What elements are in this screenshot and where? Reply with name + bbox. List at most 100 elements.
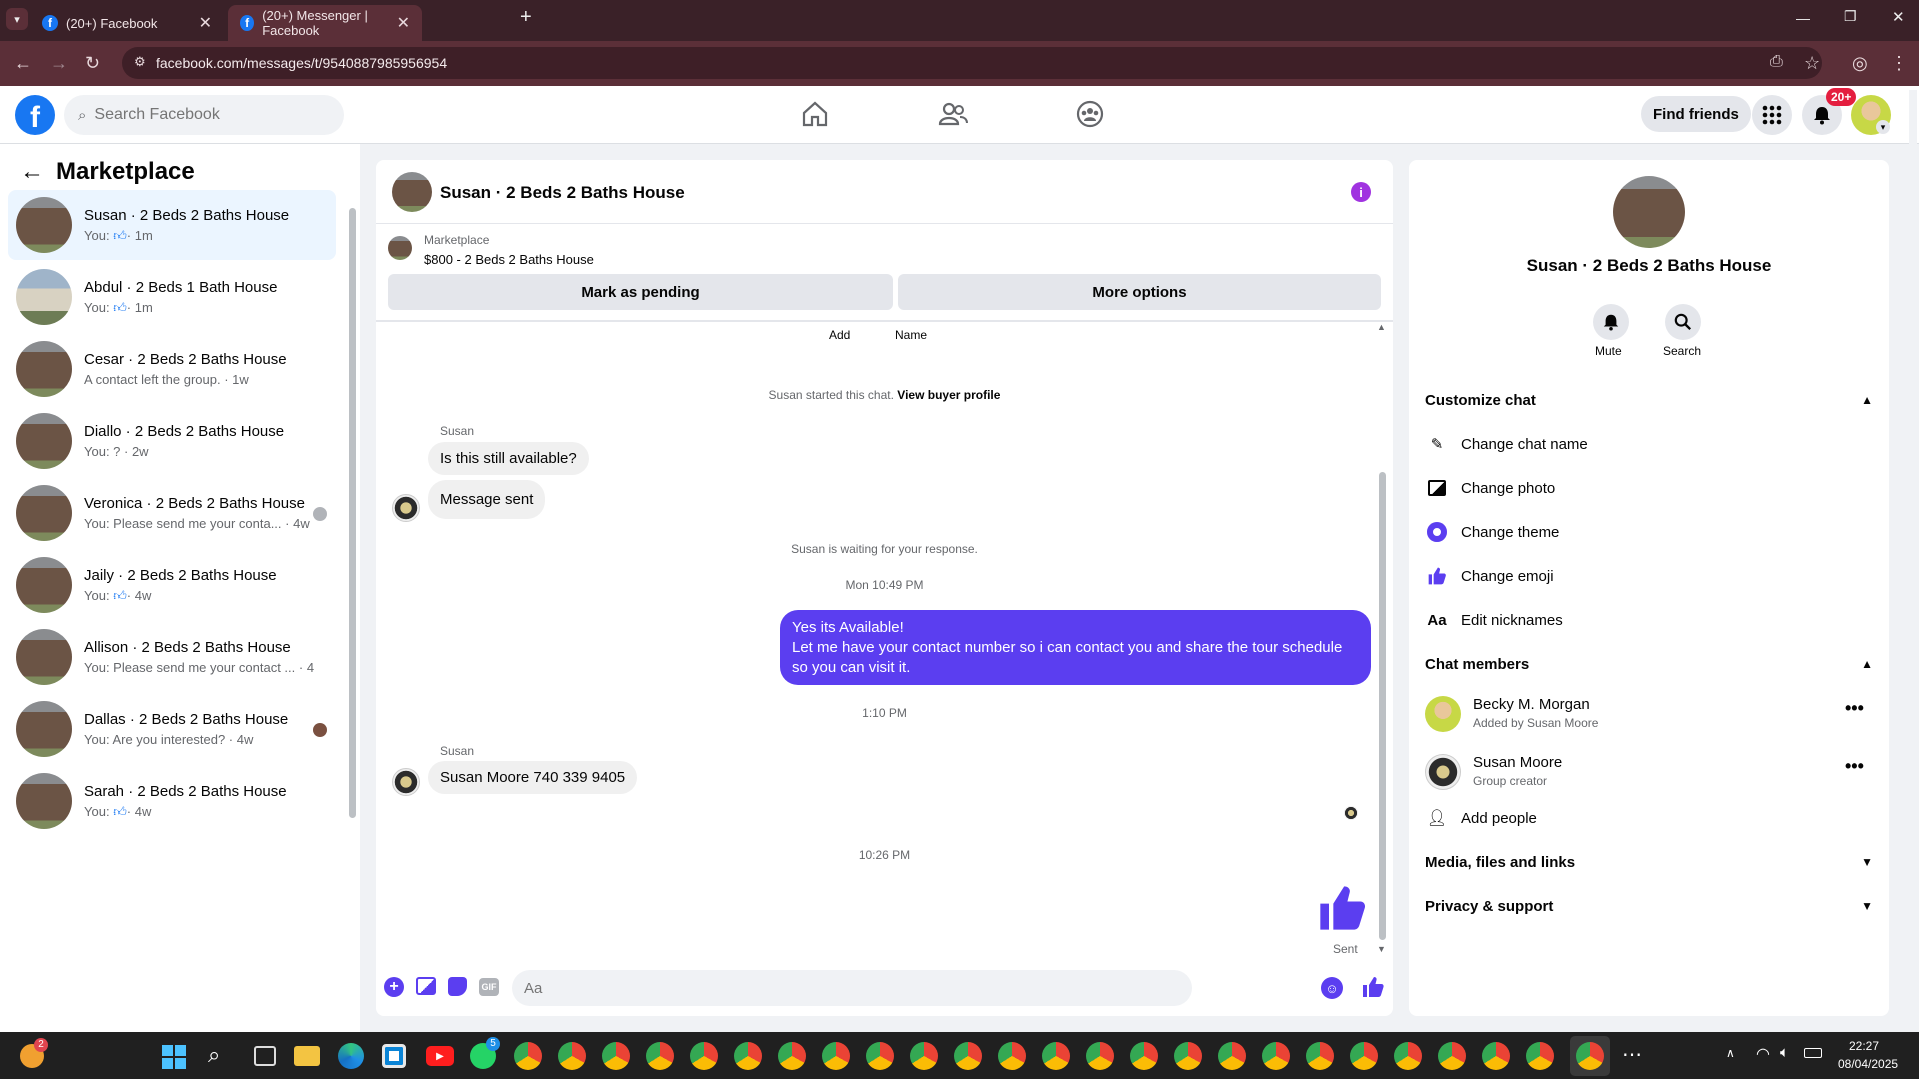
media-files-section[interactable]: Media, files and links ▼ — [1425, 844, 1873, 880]
big-like-icon[interactable] — [1316, 882, 1368, 939]
scroll-up-arrow-icon[interactable]: ▲ — [1377, 322, 1386, 332]
conversation-item-dallas[interactable]: Dallas · 2 Beds 2 Baths House You: Are y… — [8, 694, 336, 764]
minimize-window-button[interactable]: — — [1796, 10, 1810, 26]
more-apps-icon[interactable]: ⋯ — [1622, 1042, 1642, 1067]
customize-chat-section[interactable]: Customize chat ▲ — [1425, 382, 1873, 418]
conversation-item-allison[interactable]: Allison · 2 Beds 2 Baths House You: Plea… — [8, 622, 336, 692]
photo-icon[interactable] — [416, 977, 436, 995]
page-scrollbar[interactable] — [1909, 90, 1917, 1028]
send-like-icon[interactable] — [1361, 975, 1385, 1004]
chrome-profile-icon[interactable] — [778, 1042, 806, 1070]
change-emoji-item[interactable]: Change emoji — [1425, 558, 1554, 594]
chrome-profile-icon[interactable] — [1218, 1042, 1246, 1070]
chrome-profile-icon[interactable] — [1042, 1042, 1070, 1070]
conversation-item-cesar[interactable]: Cesar · 2 Beds 2 Baths House A contact l… — [8, 334, 336, 404]
more-options-button[interactable]: More options — [898, 274, 1381, 310]
nav-groups-icon[interactable] — [1075, 99, 1105, 134]
chrome-profile-icon[interactable] — [734, 1042, 762, 1070]
new-tab-button[interactable]: + — [520, 6, 532, 29]
task-view-icon[interactable] — [254, 1046, 276, 1066]
chat-avatar[interactable] — [392, 172, 432, 212]
gif-icon[interactable]: GIF — [479, 978, 499, 996]
more-options-icon[interactable]: ••• — [1845, 698, 1864, 719]
name-label[interactable]: Name — [895, 328, 927, 342]
sender-avatar[interactable] — [392, 768, 420, 796]
back-arrow-icon[interactable]: ← — [20, 158, 44, 186]
tab-search-button[interactable]: ▾ — [6, 8, 28, 30]
menu-grid-button[interactable] — [1752, 95, 1792, 135]
details-avatar[interactable] — [1613, 176, 1685, 248]
conversation-item-sarah[interactable]: Sarah · 2 Beds 2 Baths House You: 👍︎· 4w — [8, 766, 336, 836]
youtube-icon[interactable]: ▶ — [426, 1046, 454, 1066]
sticker-icon[interactable] — [448, 977, 467, 996]
info-icon[interactable]: i — [1351, 182, 1371, 202]
sender-avatar[interactable] — [392, 494, 420, 522]
url-field[interactable]: ⚙ facebook.com/messages/t/95408879859569… — [122, 47, 1822, 79]
clock-time[interactable]: 22:27 — [1849, 1039, 1879, 1053]
site-info-icon[interactable]: ⚙ — [134, 54, 146, 70]
scroll-down-arrow-icon[interactable]: ▼ — [1377, 944, 1386, 954]
restore-window-button[interactable]: ❐ — [1844, 8, 1857, 25]
incoming-message[interactable]: Is this still available? — [428, 442, 589, 475]
nav-home-icon[interactable] — [800, 99, 830, 134]
change-theme-item[interactable]: Change theme — [1425, 514, 1559, 550]
message-input[interactable] — [524, 979, 1124, 997]
chrome-profile-icon[interactable] — [1394, 1042, 1422, 1070]
clock-date[interactable]: 08/04/2025 — [1838, 1057, 1898, 1071]
chat-members-section[interactable]: Chat members ▲ — [1425, 646, 1873, 682]
browser-menu-icon[interactable]: ⋮ — [1890, 53, 1908, 74]
close-window-button[interactable]: ✕ — [1892, 8, 1905, 26]
account-chevron-icon[interactable]: ▾ — [1876, 120, 1890, 134]
outgoing-message[interactable]: Yes its Available! Let me have your cont… — [780, 610, 1371, 685]
listing-price[interactable]: $800 - 2 Beds 2 Baths House — [424, 252, 594, 267]
conversation-item-abdul[interactable]: Abdul · 2 Beds 1 Bath House You: 👍︎· 1m — [8, 262, 336, 332]
view-buyer-profile-link[interactable]: View buyer profile — [897, 388, 1000, 402]
incoming-message[interactable]: Message sent — [428, 480, 546, 519]
conversation-item-susan[interactable]: Susan · 2 Beds 2 Baths House You: 👍︎· 1m — [8, 190, 336, 260]
search-box[interactable]: ⌕ — [64, 95, 344, 135]
bookmark-star-icon[interactable]: ☆ — [1804, 53, 1820, 74]
chrome-profile-icon[interactable] — [1438, 1042, 1466, 1070]
store-icon[interactable] — [382, 1044, 406, 1068]
change-chat-name-item[interactable]: ✎ Change chat name — [1425, 426, 1588, 462]
conversation-item-jaily[interactable]: Jaily · 2 Beds 2 Baths House You: 👍︎· 4w — [8, 550, 336, 620]
chrome-profile-icon[interactable] — [910, 1042, 938, 1070]
browser-tab-facebook[interactable]: f (20+) Facebook ✕ — [30, 5, 224, 41]
add-people-item[interactable]: 👤︎ Add people — [1425, 800, 1537, 836]
reload-icon[interactable]: ↻ — [85, 53, 100, 74]
chrome-profile-icon[interactable] — [1262, 1042, 1290, 1070]
facebook-logo[interactable]: f — [15, 95, 55, 135]
member-row[interactable]: Susan Moore Group creator ••• — [1425, 750, 1873, 794]
privacy-support-section[interactable]: Privacy & support ▼ — [1425, 888, 1873, 924]
emoji-icon[interactable]: ☺ — [1321, 977, 1343, 999]
wifi-icon[interactable]: ◠ — [1756, 1044, 1770, 1064]
search-input[interactable] — [94, 106, 315, 124]
chrome-profile-icon[interactable] — [1576, 1042, 1604, 1070]
nav-friends-icon[interactable] — [938, 99, 968, 134]
find-friends-button[interactable]: Find friends — [1641, 96, 1751, 132]
profile-icon[interactable]: ◎ — [1852, 53, 1868, 74]
chrome-profile-icon[interactable] — [514, 1042, 542, 1070]
file-explorer-icon[interactable] — [294, 1046, 320, 1066]
chrome-profile-icon[interactable] — [866, 1042, 894, 1070]
chrome-profile-icon[interactable] — [646, 1042, 674, 1070]
conversation-item-veronica[interactable]: Veronica · 2 Beds 2 Baths House You: Ple… — [8, 478, 336, 548]
add-member-label[interactable]: Add — [829, 328, 850, 342]
battery-icon[interactable] — [1804, 1048, 1822, 1058]
chrome-profile-icon[interactable] — [998, 1042, 1026, 1070]
chrome-profile-icon[interactable] — [822, 1042, 850, 1070]
member-row[interactable]: Becky M. Morgan Added by Susan Moore ••• — [1425, 692, 1873, 736]
mute-button[interactable] — [1593, 304, 1629, 340]
add-attachment-icon[interactable]: + — [384, 977, 404, 997]
edit-nicknames-item[interactable]: Aa Edit nicknames — [1425, 602, 1562, 638]
chat-scrollbar[interactable] — [1379, 472, 1386, 940]
listing-thumbnail[interactable] — [388, 236, 412, 260]
back-arrow-icon[interactable]: ← — [14, 53, 32, 74]
chrome-profile-icon[interactable] — [1130, 1042, 1158, 1070]
start-menu-icon[interactable] — [162, 1045, 186, 1069]
chrome-profile-icon[interactable] — [1174, 1042, 1202, 1070]
chrome-profile-icon[interactable] — [1306, 1042, 1334, 1070]
taskbar-search-icon[interactable]: ⌕ — [208, 1042, 220, 1068]
chrome-profile-icon[interactable] — [1350, 1042, 1378, 1070]
change-photo-item[interactable]: Change photo — [1425, 470, 1555, 506]
